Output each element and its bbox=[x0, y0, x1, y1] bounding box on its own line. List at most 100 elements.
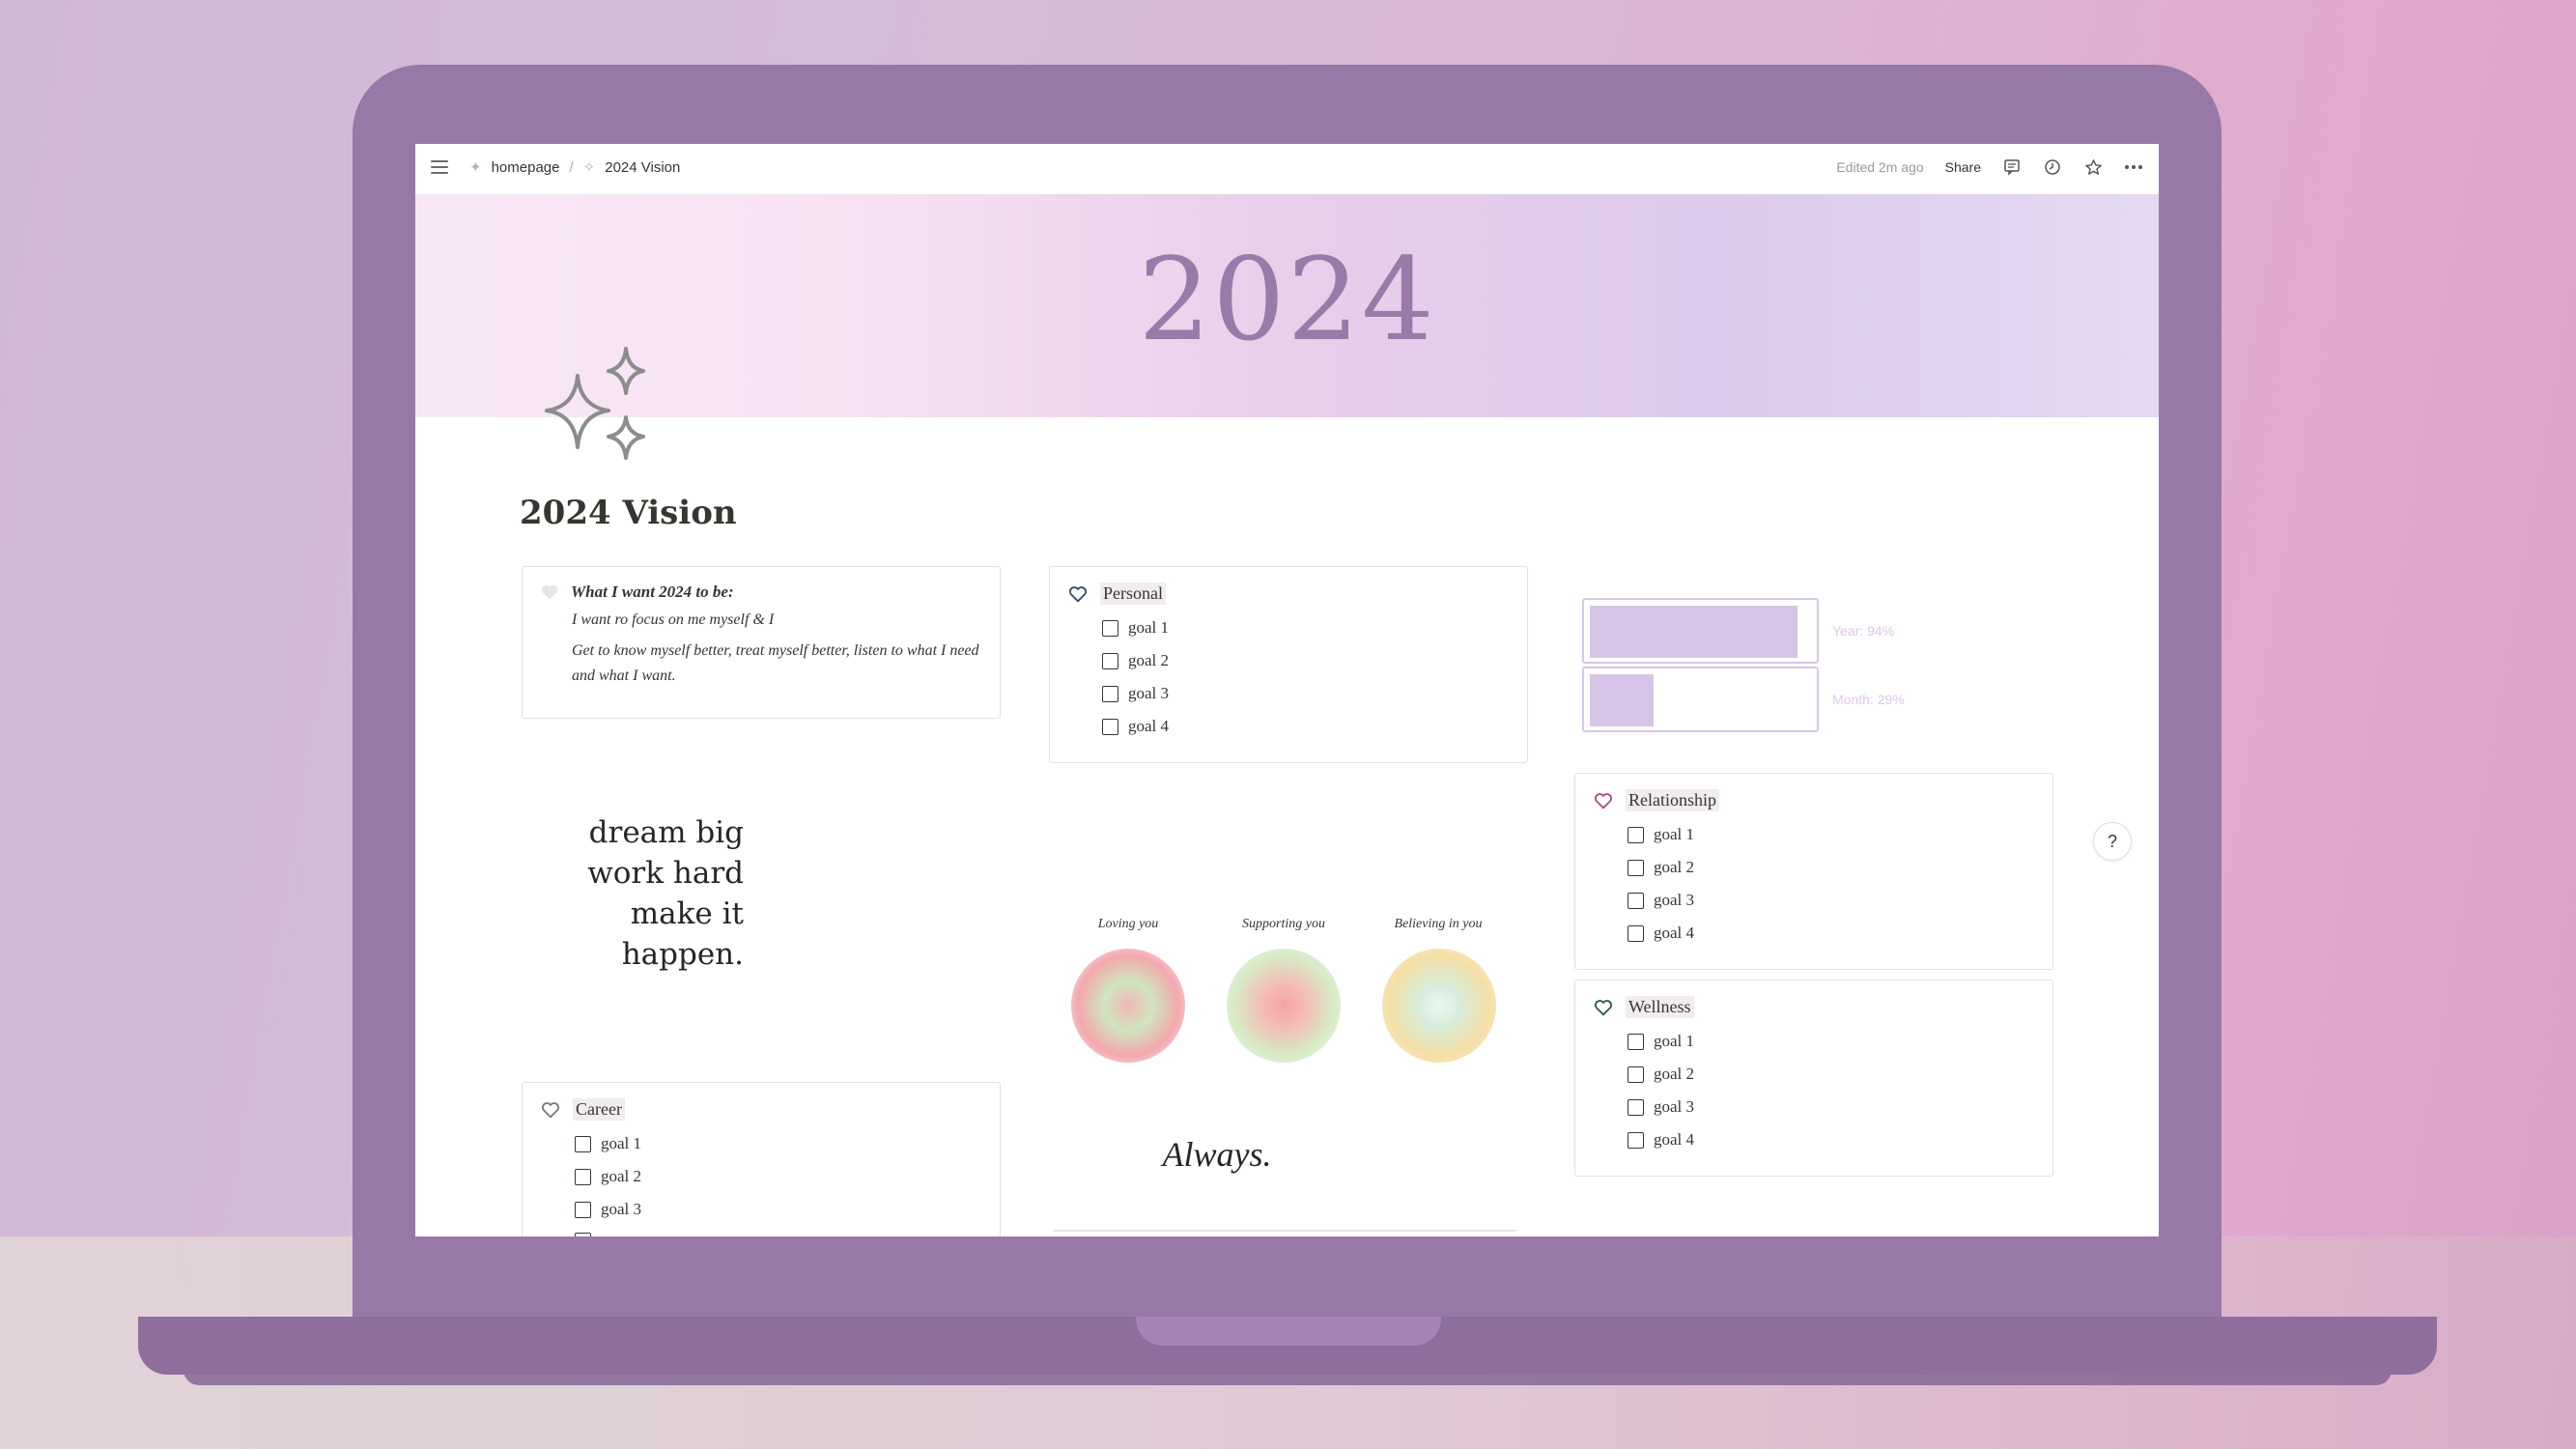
checkbox[interactable] bbox=[1628, 826, 1644, 843]
goal-label: goal 1 bbox=[601, 1134, 642, 1152]
goal-label: goal 1 bbox=[1128, 618, 1170, 637]
checkbox[interactable] bbox=[575, 1201, 591, 1218]
goal-label: goal 2 bbox=[1128, 651, 1170, 669]
year-progress-bar bbox=[1582, 598, 1819, 664]
breadcrumb-homepage[interactable]: homepage bbox=[492, 159, 560, 176]
checkbox[interactable] bbox=[1628, 1065, 1644, 1083]
comment-icon[interactable] bbox=[2002, 157, 2022, 177]
page-title: 2024 Vision bbox=[520, 494, 737, 532]
supporting-gradient-orb bbox=[1227, 949, 1341, 1063]
heart-icon bbox=[542, 1101, 559, 1118]
breadcrumb: ✦ homepage / ✧ 2024 Vision bbox=[469, 158, 680, 177]
goal-item[interactable]: goal 2 bbox=[1628, 1065, 2035, 1084]
checkbox[interactable] bbox=[1628, 924, 1644, 942]
goal-item[interactable]: goal 1 bbox=[575, 1134, 982, 1153]
checkbox[interactable] bbox=[1628, 892, 1644, 909]
vision-callout: What I want 2024 to be: I want ro focus … bbox=[522, 566, 1001, 719]
checkbox[interactable] bbox=[1102, 685, 1118, 702]
goal-item[interactable]: goal 1 bbox=[1628, 825, 2035, 844]
goal-item[interactable]: goal 3 bbox=[575, 1200, 982, 1219]
sparkles-page-icon[interactable] bbox=[539, 347, 655, 468]
star-icon[interactable] bbox=[2083, 157, 2103, 177]
checkbox[interactable] bbox=[1102, 718, 1118, 735]
checkbox[interactable] bbox=[1628, 859, 1644, 876]
goal-label: goal 3 bbox=[601, 1200, 642, 1218]
goal-label: goal 4 bbox=[1654, 923, 1695, 942]
month-progress-fill bbox=[1590, 674, 1654, 726]
career-callout: Career goal 1 goal 2 goal 3 bbox=[522, 1082, 1001, 1236]
loving-gradient-orb bbox=[1071, 949, 1185, 1063]
year-progress-label: Year: 94% bbox=[1832, 623, 1895, 639]
goal-label: goal 4 bbox=[1654, 1130, 1695, 1149]
goal-item[interactable]: goal 4 bbox=[1628, 1130, 2035, 1150]
believing-gradient-orb bbox=[1382, 949, 1496, 1063]
checkbox[interactable] bbox=[1628, 1033, 1644, 1050]
sparkles-icon: ✧ bbox=[582, 159, 596, 176]
goal-item[interactable]: goal 2 bbox=[575, 1167, 982, 1186]
checkbox[interactable] bbox=[1102, 652, 1118, 669]
goal-item[interactable]: goal 4 bbox=[1102, 717, 1510, 736]
vision-heading: What I want 2024 to be: bbox=[571, 582, 734, 601]
relationship-title: Relationship bbox=[1626, 789, 1719, 811]
personal-title: Personal bbox=[1100, 582, 1166, 605]
goal-item[interactable]: goal 2 bbox=[1102, 651, 1510, 670]
page-cover: 2024 bbox=[415, 194, 2159, 417]
goal-label: goal 1 bbox=[1654, 825, 1695, 843]
top-bar: ✦ homepage / ✧ 2024 Vision Edited 2m ago… bbox=[415, 144, 2159, 194]
quote-line: work hard bbox=[587, 856, 744, 891]
checkbox[interactable] bbox=[575, 1233, 591, 1236]
quote-line: dream big bbox=[588, 815, 744, 850]
goal-label: goal 2 bbox=[601, 1167, 642, 1185]
orb-label: Believing in you bbox=[1394, 917, 1483, 931]
month-progress-label: Month: 29% bbox=[1832, 692, 1905, 707]
goal-item[interactable]: goal 1 bbox=[1628, 1032, 2035, 1051]
year-progress-fill bbox=[1590, 606, 1798, 658]
more-options-icon[interactable] bbox=[2124, 157, 2143, 177]
checkbox[interactable] bbox=[575, 1135, 591, 1152]
goal-label: goal 1 bbox=[1654, 1032, 1695, 1050]
goal-item[interactable]: goal 1 bbox=[1102, 618, 1510, 638]
breadcrumb-current-page[interactable]: 2024 Vision bbox=[605, 159, 680, 176]
goal-label: goal 2 bbox=[1654, 1065, 1695, 1083]
breadcrumb-separator: / bbox=[569, 158, 574, 176]
checkbox[interactable] bbox=[1628, 1131, 1644, 1149]
top-bar-actions: Edited 2m ago Share bbox=[1836, 157, 2143, 177]
share-button[interactable]: Share bbox=[1945, 159, 1981, 175]
goal-item[interactable]: goal 3 bbox=[1102, 684, 1510, 703]
menu-icon[interactable] bbox=[431, 160, 448, 176]
goal-label: goal 2 bbox=[1654, 858, 1695, 876]
page-sparkle-icon: ✦ bbox=[469, 159, 482, 176]
clock-icon[interactable] bbox=[2043, 157, 2062, 177]
cover-title: 2024 bbox=[1138, 233, 1436, 366]
checkbox[interactable] bbox=[575, 1168, 591, 1185]
month-progress-bar bbox=[1582, 667, 1819, 732]
checkbox[interactable] bbox=[1628, 1098, 1644, 1116]
wellness-title: Wellness bbox=[1626, 996, 1694, 1018]
goal-item[interactable]: goal 3 bbox=[1628, 1097, 2035, 1117]
goal-label: goal 4 bbox=[1128, 717, 1170, 735]
orb-label: Loving you bbox=[1097, 917, 1159, 931]
goal-item[interactable]: goal 4 bbox=[1628, 923, 2035, 943]
heart-icon bbox=[541, 584, 558, 600]
always-text: Always. bbox=[1162, 1135, 1272, 1174]
relationship-callout: Relationship goal 1 goal 2 goal 3 goal 4 bbox=[1574, 773, 2053, 970]
edited-status: Edited 2m ago bbox=[1836, 159, 1924, 175]
wellness-callout: Wellness goal 1 goal 2 goal 3 goal 4 bbox=[1574, 980, 2053, 1177]
heart-icon bbox=[1069, 585, 1087, 602]
quote-line: happen. bbox=[621, 937, 744, 972]
goal-item[interactable] bbox=[575, 1233, 982, 1236]
checkbox[interactable] bbox=[1102, 619, 1118, 637]
quote-line: make it bbox=[630, 896, 744, 931]
goal-label: goal 3 bbox=[1654, 1097, 1695, 1116]
personal-callout: Personal goal 1 goal 2 goal 3 goal 4 bbox=[1049, 566, 1528, 763]
vision-line-1: I want ro focus on me myself & I bbox=[572, 611, 775, 628]
orb-label: Supporting you bbox=[1242, 917, 1325, 931]
goal-label: goal 3 bbox=[1654, 891, 1695, 909]
goal-item[interactable]: goal 3 bbox=[1628, 891, 2035, 910]
goal-item[interactable]: goal 2 bbox=[1628, 858, 2035, 877]
help-button[interactable]: ? bbox=[2093, 822, 2132, 861]
heart-icon bbox=[1595, 792, 1612, 809]
divider bbox=[1053, 1230, 1516, 1232]
app-window: ✦ homepage / ✧ 2024 Vision Edited 2m ago… bbox=[415, 144, 2159, 1236]
goal-label: goal 3 bbox=[1128, 684, 1170, 702]
